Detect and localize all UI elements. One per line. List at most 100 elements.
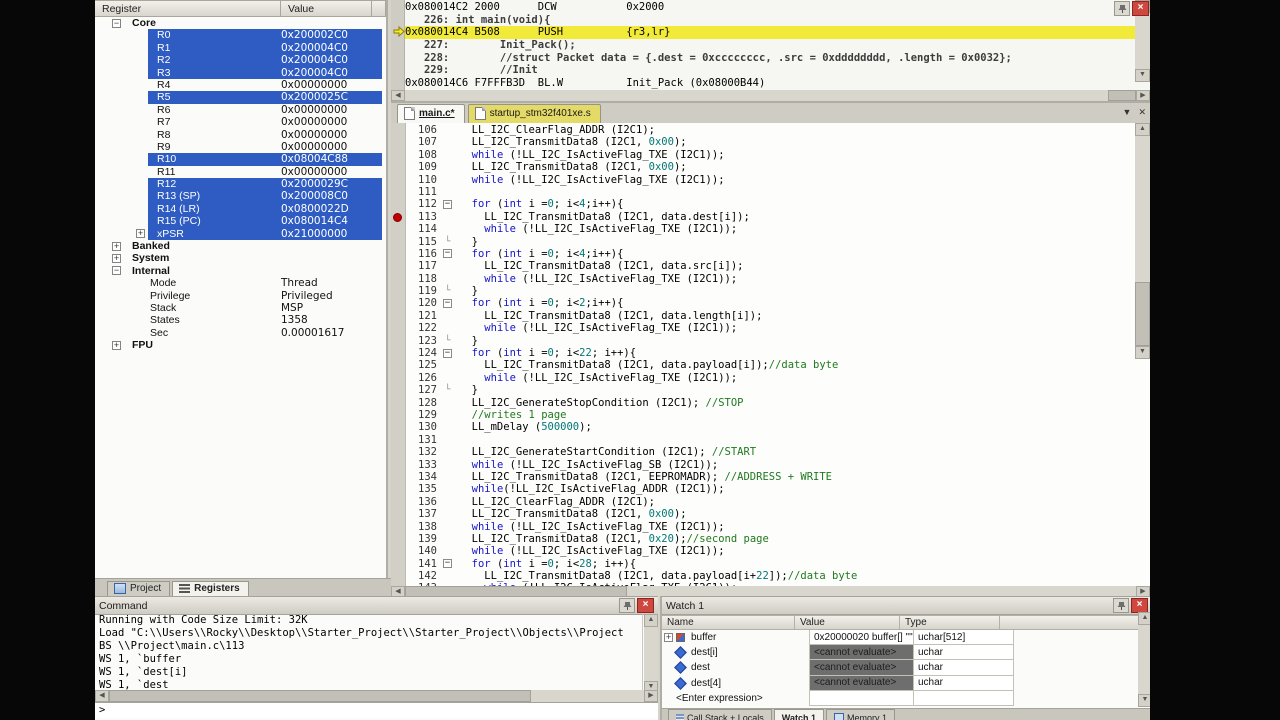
code-line-107[interactable]: 107 LL_I2C_TransmitData8 (I2C1, 0x00); <box>391 136 1135 148</box>
register-row-r6[interactable]: R60x00000000 <box>95 104 386 116</box>
watch-row-dest[interactable]: dest<cannot evaluate>uchar <box>662 660 1150 675</box>
register-row-banked[interactable]: +Banked <box>95 240 386 252</box>
register-row-r15-pc-[interactable]: R15 (PC)0x080014C4 <box>95 215 386 227</box>
code-area[interactable]: 106 LL_I2C_ClearFlag_ADDR (I2C1);107 LL_… <box>391 123 1150 586</box>
fold-icon[interactable]: − <box>443 349 452 358</box>
register-row-stack[interactable]: StackMSP <box>95 302 386 314</box>
register-row-r0[interactable]: R00x200002C0 <box>95 29 386 41</box>
register-row-privilege[interactable]: PrivilegePrivileged <box>95 290 386 302</box>
watch-row-dest-4-[interactable]: dest[4]<cannot evaluate>uchar <box>662 676 1150 691</box>
tab-list-dropdown-icon[interactable]: ▼ <box>1123 107 1132 118</box>
watch-row--enter-expression-[interactable]: <Enter expression> <box>662 691 1150 706</box>
code-line-106[interactable]: 106 LL_I2C_ClearFlag_ADDR (I2C1); <box>391 124 1135 136</box>
disassembly-margin[interactable] <box>391 0 405 90</box>
scroll-down-icon[interactable]: ▼ <box>1135 69 1150 82</box>
register-row-r12[interactable]: R120x2000029C <box>95 178 386 190</box>
scroll-down-icon[interactable]: ▼ <box>1135 346 1150 359</box>
editor-vertical-scrollbar[interactable]: ▲ ▼ <box>1135 123 1150 586</box>
scroll-up-icon[interactable]: ▲ <box>644 614 658 627</box>
disassembly-line[interactable]: 226: int main(void){ <box>405 14 1135 27</box>
register-row-r2[interactable]: R20x200004C0 <box>95 54 386 66</box>
watch-row-dest-i-[interactable]: dest[i]<cannot evaluate>uchar <box>662 645 1150 660</box>
tab-main-c[interactable]: main.c* <box>397 104 465 123</box>
code-line-124[interactable]: 124− for (int i =0; i<22; i++){ <box>391 347 1135 359</box>
code-line-142[interactable]: 142 LL_I2C_TransmitData8 (I2C1, data.pay… <box>391 570 1135 582</box>
expander-icon[interactable]: + <box>112 341 121 350</box>
command-input[interactable]: > <box>95 702 658 718</box>
breakpoint-icon[interactable] <box>393 213 402 222</box>
code-line-121[interactable]: 121 LL_I2C_TransmitData8 (I2C1, data.len… <box>391 310 1135 322</box>
disassembly-line[interactable]: 229: //Init <box>405 64 1135 77</box>
expander-icon[interactable]: + <box>664 633 673 642</box>
scroll-up-icon[interactable]: ▲ <box>1138 612 1150 625</box>
fold-icon[interactable]: − <box>443 559 452 568</box>
code-line-112[interactable]: 112− for (int i =0; i<4;i++){ <box>391 198 1135 210</box>
value-column-header[interactable]: Value <box>281 0 372 17</box>
register-row-r4[interactable]: R40x00000000 <box>95 79 386 91</box>
register-row-states[interactable]: States1358 <box>95 314 386 326</box>
register-row-r14-lr-[interactable]: R14 (LR)0x0800022D <box>95 203 386 215</box>
code-line-117[interactable]: 117 LL_I2C_TransmitData8 (I2C1, data.src… <box>391 260 1135 272</box>
disassembly-current-line[interactable]: 0x080014C4 B508 PUSH {r3,lr} <box>405 26 1135 39</box>
register-row-r7[interactable]: R70x00000000 <box>95 116 386 128</box>
disassembly-line[interactable]: 227: Init_Pack(); <box>405 39 1135 52</box>
disassembly-line[interactable]: 228: //struct Packet data = {.dest = 0xc… <box>405 52 1135 65</box>
scrollbar-thumb[interactable] <box>1108 90 1136 101</box>
command-horizontal-scrollbar[interactable]: ◀ ▶ <box>95 690 658 702</box>
register-row-r1[interactable]: R10x200004C0 <box>95 42 386 54</box>
register-row-r13-sp-[interactable]: R13 (SP)0x200008C0 <box>95 190 386 202</box>
code-line-119[interactable]: 119└ } <box>391 285 1135 297</box>
code-line-138[interactable]: 138 while (!LL_I2C_IsActiveFlag_TXE (I2C… <box>391 521 1135 533</box>
watch-row-buffer[interactable]: +buffer0x20000020 buffer[] ""uchar[512] <box>662 630 1150 645</box>
code-line-116[interactable]: 116− for (int i =0; i<4;i++){ <box>391 248 1135 260</box>
code-line-109[interactable]: 109 LL_I2C_TransmitData8 (I2C1, 0x00); <box>391 161 1135 173</box>
code-line-133[interactable]: 133 while (!LL_I2C_IsActiveFlag_SB (I2C1… <box>391 459 1135 471</box>
fold-icon[interactable]: − <box>443 249 452 258</box>
code-line-118[interactable]: 118 while (!LL_I2C_IsActiveFlag_TXE (I2C… <box>391 273 1135 285</box>
code-line-126[interactable]: 126 while (!LL_I2C_IsActiveFlag_TXE (I2C… <box>391 372 1135 384</box>
disassembly-horizontal-scrollbar[interactable]: ◀ ▶ <box>391 90 1150 101</box>
code-line-115[interactable]: 115└ } <box>391 236 1135 248</box>
fold-icon[interactable]: − <box>443 200 452 209</box>
scroll-down-icon[interactable]: ▼ <box>1138 694 1150 707</box>
command-vertical-scrollbar[interactable]: ▲ ▼ <box>644 614 658 690</box>
expander-icon[interactable]: − <box>112 266 121 275</box>
expander-icon[interactable]: + <box>136 229 145 238</box>
name-column-header[interactable]: Name <box>662 615 795 630</box>
code-line-135[interactable]: 135 while(!LL_I2C_IsActiveFlag_ADDR (I2C… <box>391 483 1135 495</box>
code-line-114[interactable]: 114 while (!LL_I2C_IsActiveFlag_TXE (I2C… <box>391 223 1135 235</box>
fold-icon[interactable]: − <box>443 299 452 308</box>
tab-startup-s[interactable]: startup_stm32f401xe.s <box>468 104 601 123</box>
code-line-120[interactable]: 120− for (int i =0; i<2;i++){ <box>391 297 1135 309</box>
code-line-140[interactable]: 140 while (!LL_I2C_IsActiveFlag_TXE (I2C… <box>391 545 1135 557</box>
type-column-header[interactable]: Type <box>900 615 1000 630</box>
disassembly-line[interactable]: 0x080014C2 2000 DCW 0x2000 <box>405 1 1135 14</box>
code-line-132[interactable]: 132 LL_I2C_GenerateStartCondition (I2C1)… <box>391 446 1135 458</box>
value-column-header[interactable]: Value <box>795 615 900 630</box>
code-line-127[interactable]: 127└ } <box>391 384 1135 396</box>
register-row-r10[interactable]: R100x08004C88 <box>95 153 386 165</box>
expander-icon[interactable]: − <box>112 19 121 28</box>
pin-icon[interactable] <box>1114 1 1130 16</box>
code-line-110[interactable]: 110 while (!LL_I2C_IsActiveFlag_TXE (I2C… <box>391 174 1135 186</box>
code-line-141[interactable]: 141− for (int i =0; i<28; i++){ <box>391 558 1135 570</box>
code-line-129[interactable]: 129 //writes 1 page <box>391 409 1135 421</box>
close-icon[interactable]: × <box>1132 1 1149 16</box>
code-line-131[interactable]: 131 <box>391 434 1135 446</box>
close-icon[interactable]: × <box>1131 598 1148 613</box>
scrollbar-thumb[interactable] <box>1135 282 1150 346</box>
scroll-right-icon[interactable]: ▶ <box>644 690 658 702</box>
expander-icon[interactable]: + <box>112 242 121 251</box>
code-line-136[interactable]: 136 LL_I2C_ClearFlag_ADDR (I2C1); <box>391 496 1135 508</box>
register-row-sec[interactable]: Sec0.00001617 <box>95 327 386 339</box>
scroll-right-icon[interactable]: ▶ <box>1136 90 1150 101</box>
disassembly-line[interactable]: 0x080014C6 F7FFFB3D BL.W Init_Pack (0x08… <box>405 77 1135 90</box>
code-line-137[interactable]: 137 LL_I2C_TransmitData8 (I2C1, 0x00); <box>391 508 1135 520</box>
register-column-header[interactable]: Register <box>95 0 281 17</box>
code-line-123[interactable]: 123└ } <box>391 335 1135 347</box>
watch-vertical-scrollbar[interactable]: ▲ ▼ <box>1138 612 1150 703</box>
register-row-fpu[interactable]: +FPU <box>95 339 386 351</box>
code-line-108[interactable]: 108 while (!LL_I2C_IsActiveFlag_TXE (I2C… <box>391 149 1135 161</box>
code-line-128[interactable]: 128 LL_I2C_GenerateStopCondition (I2C1);… <box>391 397 1135 409</box>
register-row-r9[interactable]: R90x00000000 <box>95 141 386 153</box>
